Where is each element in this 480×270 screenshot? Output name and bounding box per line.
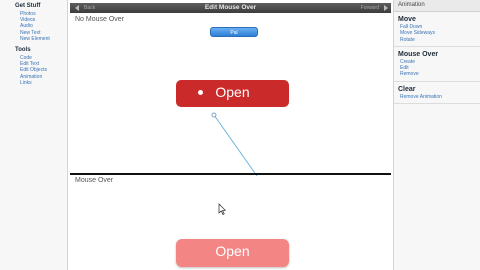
left-sidebar: Get Stuff Photos Videos Audio New Text N… bbox=[0, 0, 68, 270]
tools-title: Tools bbox=[15, 47, 31, 54]
clear-title: Clear bbox=[398, 85, 416, 93]
connector-handle[interactable] bbox=[211, 112, 217, 118]
clear-section: Clear Remove Animation bbox=[394, 82, 480, 105]
rotate-link[interactable]: Rotate bbox=[398, 37, 480, 43]
connector-line bbox=[213, 114, 258, 177]
open-button-hover-label: Open bbox=[215, 243, 250, 259]
get-stuff-title: Get Stuff bbox=[15, 3, 41, 9]
remove-animation-link[interactable]: Remove Animation bbox=[398, 94, 480, 100]
remove-link[interactable]: Remove bbox=[398, 71, 480, 77]
animation-header: Animation bbox=[394, 0, 480, 12]
move-section: Move Fall Down Move Sideways Rotate bbox=[394, 12, 480, 47]
mouse-over-label: Mouse Over bbox=[75, 177, 114, 184]
mouse-cursor-icon bbox=[218, 203, 227, 215]
mouse-over-section: Mouse Over Create Edit Remove bbox=[394, 47, 480, 82]
move-title: Move bbox=[398, 16, 416, 23]
connector-overlay bbox=[211, 112, 258, 215]
right-sidebar: Animation Move Fall Down Move Sideways R… bbox=[393, 0, 480, 270]
mouse-over-title: Mouse Over bbox=[398, 50, 439, 58]
open-button-hover-preview[interactable]: Open bbox=[176, 239, 289, 267]
panel-divider bbox=[70, 173, 391, 175]
edit-mouse-over-window: Back Edit Mouse Over Forward No Mouse Ov… bbox=[70, 0, 391, 270]
tools-links-link[interactable]: Links bbox=[15, 80, 67, 86]
